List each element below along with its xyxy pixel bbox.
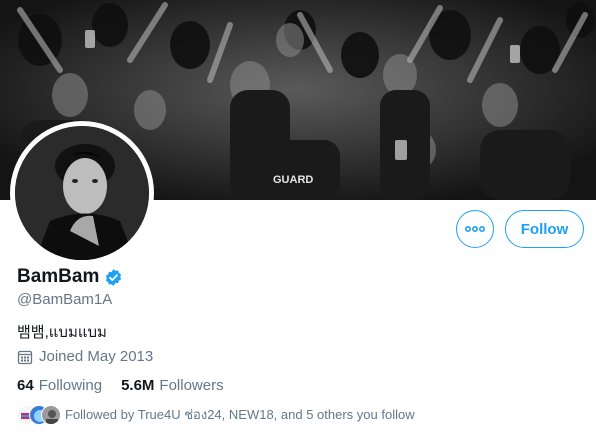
mini-avatar: [41, 404, 61, 425]
avatar-image: [15, 126, 149, 260]
followed-by-row[interactable]: Followed by True4U ช่อง24, NEW18, and 5 …: [17, 404, 415, 425]
followers-label: Followers: [159, 377, 224, 394]
following-label: Following: [38, 377, 103, 394]
calendar-icon: [17, 349, 33, 365]
follow-button[interactable]: Follow: [505, 210, 584, 248]
joined-date: Joined May 2013: [17, 348, 153, 365]
followed-by-avatars: [17, 404, 61, 425]
verified-badge-icon: [104, 268, 123, 287]
joined-text: Joined May 2013: [39, 348, 154, 365]
followers-count: 5.6M: [121, 377, 155, 394]
followed-by-text: Followed by True4U ช่อง24, NEW18, and 5 …: [65, 407, 415, 422]
follow-button-label: Follow: [520, 220, 569, 238]
profile-name-row: BamBam: [17, 266, 123, 288]
avatar[interactable]: [10, 121, 154, 265]
banner-guard-text: GUARD: [273, 174, 313, 186]
following-stat[interactable]: 64 Following: [17, 377, 102, 394]
followers-stat[interactable]: 5.6M Followers: [121, 377, 224, 394]
profile-stats: 64 Following 5.6M Followers: [17, 377, 243, 394]
more-options-button[interactable]: [456, 210, 494, 248]
following-count: 64: [17, 377, 34, 394]
ellipsis-icon: [465, 226, 485, 232]
profile-bio: 뱀뱀,แบมแบม: [17, 324, 107, 341]
display-name: BamBam: [17, 266, 100, 287]
profile-handle: @BamBam1A: [17, 291, 113, 308]
